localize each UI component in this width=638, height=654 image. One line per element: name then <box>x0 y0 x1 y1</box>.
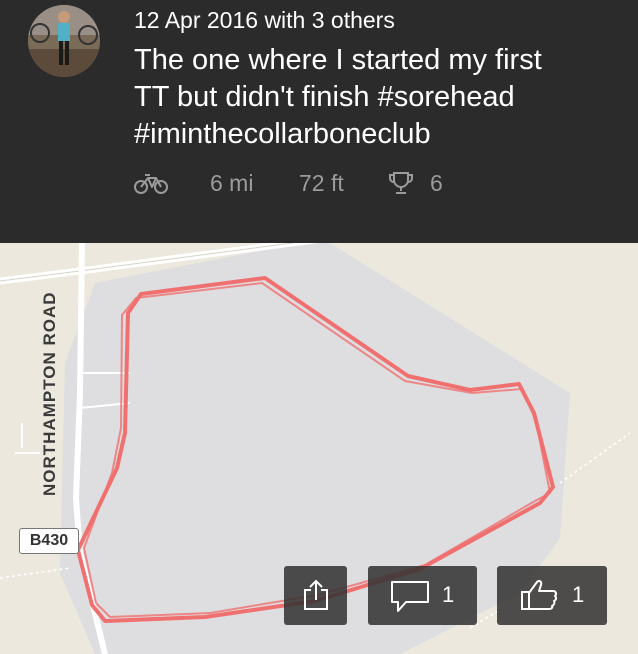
activity-title[interactable]: The one where I started my first TT but … <box>134 42 624 153</box>
trophy-icon <box>388 170 414 203</box>
avatar[interactable] <box>28 5 100 77</box>
thumbs-up-icon <box>521 580 558 610</box>
title-line: The one where I started my first <box>134 44 542 76</box>
achievement-count: 6 <box>430 170 443 196</box>
avatar-photo <box>28 5 100 77</box>
share-button[interactable] <box>284 566 347 625</box>
road-name-label: NORTHAMPTON ROAD <box>40 291 59 496</box>
kudos-count: 1 <box>572 582 585 607</box>
road-shield-label: B430 <box>19 528 79 554</box>
comment-button[interactable]: 1 <box>368 566 477 625</box>
comment-count: 1 <box>442 582 455 607</box>
elevation-value: 72 ft <box>299 170 344 196</box>
bike-icon <box>134 171 168 202</box>
activity-date-line[interactable]: 12 Apr 2016 with 3 others <box>134 5 395 35</box>
kudos-button[interactable]: 1 <box>497 566 607 625</box>
comment-icon <box>391 581 429 612</box>
share-icon <box>304 579 328 610</box>
activity-header: 12 Apr 2016 with 3 others The one where … <box>0 0 638 243</box>
title-line: #iminthecollarboneclub <box>134 118 431 150</box>
distance-value: 6 mi <box>210 170 254 196</box>
title-line: TT but didn't finish #sorehead <box>134 81 515 113</box>
